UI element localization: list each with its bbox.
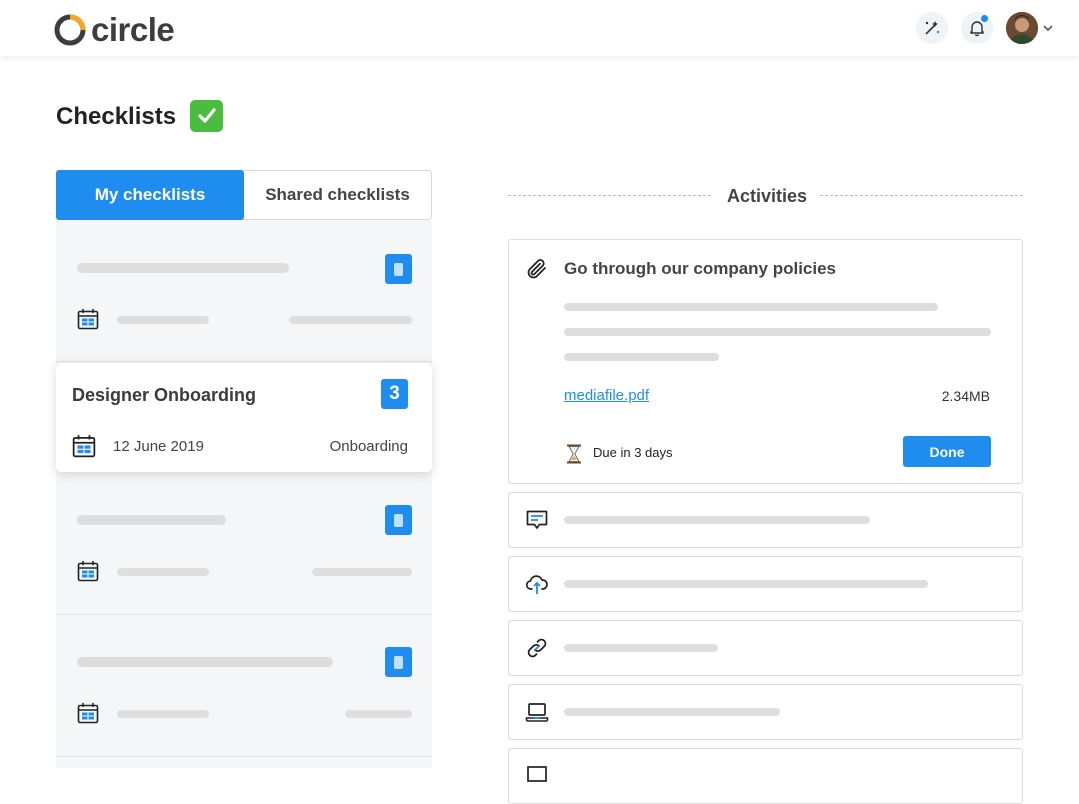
logo-text: circle — [91, 11, 175, 48]
link-icon — [527, 638, 547, 658]
calendar-icon — [77, 703, 99, 724]
skeleton-line — [564, 328, 991, 336]
notification-dot — [981, 15, 988, 22]
skeleton-title — [77, 263, 289, 273]
hourglass-icon — [567, 444, 581, 464]
activity-row[interactable] — [508, 620, 1023, 676]
skeleton-title — [77, 515, 226, 525]
chevron-down-icon[interactable] — [1042, 22, 1054, 34]
divider — [820, 195, 1023, 196]
skeleton-category — [289, 316, 412, 324]
checklist-card-selected[interactable]: Designer Onboarding 3 12 June 2019 Onboa… — [56, 363, 432, 472]
skeleton-line — [564, 516, 870, 524]
skeleton-date — [117, 568, 209, 576]
calendar-icon — [77, 561, 99, 582]
skeleton-line — [564, 644, 718, 652]
checklist-title: Designer Onboarding — [72, 385, 257, 405]
top-navbar: circle — [0, 0, 1079, 56]
file-link[interactable]: mediafile.pdf — [564, 387, 649, 404]
avatar-image — [1006, 12, 1038, 44]
skeleton-title — [77, 657, 333, 667]
circle-logo-icon — [54, 14, 86, 46]
activity-card-expanded[interactable]: Go through our company policies mediafil… — [508, 239, 1023, 484]
calendar-icon — [77, 309, 99, 330]
skeleton-line — [564, 353, 719, 361]
tab-shared-checklists[interactable]: Shared checklists — [244, 171, 431, 219]
skeleton-date — [117, 710, 209, 718]
activity-row[interactable] — [508, 556, 1023, 612]
activities-title: Activities — [727, 186, 808, 206]
skeleton-line — [564, 303, 938, 311]
divider — [508, 195, 711, 196]
chat-message-icon — [526, 510, 548, 529]
checklist-item-placeholder[interactable] — [56, 220, 432, 362]
due-date: Due in 3 days — [593, 445, 673, 460]
cloud-upload-icon — [525, 575, 548, 594]
calendar-icon — [72, 435, 96, 458]
skeleton-date — [117, 316, 209, 324]
checklist-date: 12 June 2019 — [113, 438, 204, 455]
checklist-item-placeholder[interactable] — [56, 473, 432, 615]
checklist-item-placeholder[interactable] — [56, 615, 432, 757]
activity-row[interactable] — [508, 492, 1023, 548]
magic-wand-button[interactable] — [916, 12, 948, 44]
skeleton-category — [345, 710, 412, 718]
user-avatar[interactable] — [1006, 12, 1038, 44]
activities-header: Activities — [508, 184, 1023, 208]
count-badge — [385, 505, 412, 535]
done-button[interactable]: Done — [903, 436, 991, 467]
activity-row[interactable] — [508, 748, 1023, 804]
checklist-category: Onboarding — [329, 438, 408, 455]
skeleton-line — [564, 708, 780, 716]
magic-wand-icon — [925, 21, 940, 35]
count-badge — [385, 254, 412, 284]
circle-logo[interactable]: circle — [53, 11, 175, 49]
skeleton-category — [312, 568, 412, 576]
activity-title: Go through our company policies — [564, 259, 837, 278]
tab-my-checklists[interactable]: My checklists — [56, 170, 244, 220]
count-badge: 3 — [381, 379, 408, 409]
checklist-tabs: My checklists Shared checklists — [56, 170, 432, 220]
count-badge — [385, 647, 412, 677]
green-check-emoji-icon — [190, 100, 223, 132]
laptop-icon — [525, 703, 549, 722]
file-size: 2.34MB — [941, 388, 990, 404]
notifications-button[interactable] — [961, 12, 993, 44]
activity-row[interactable] — [508, 684, 1023, 740]
paperclip-icon — [527, 259, 546, 279]
page-title: Checklists — [56, 103, 177, 130]
skeleton-line — [564, 580, 928, 588]
